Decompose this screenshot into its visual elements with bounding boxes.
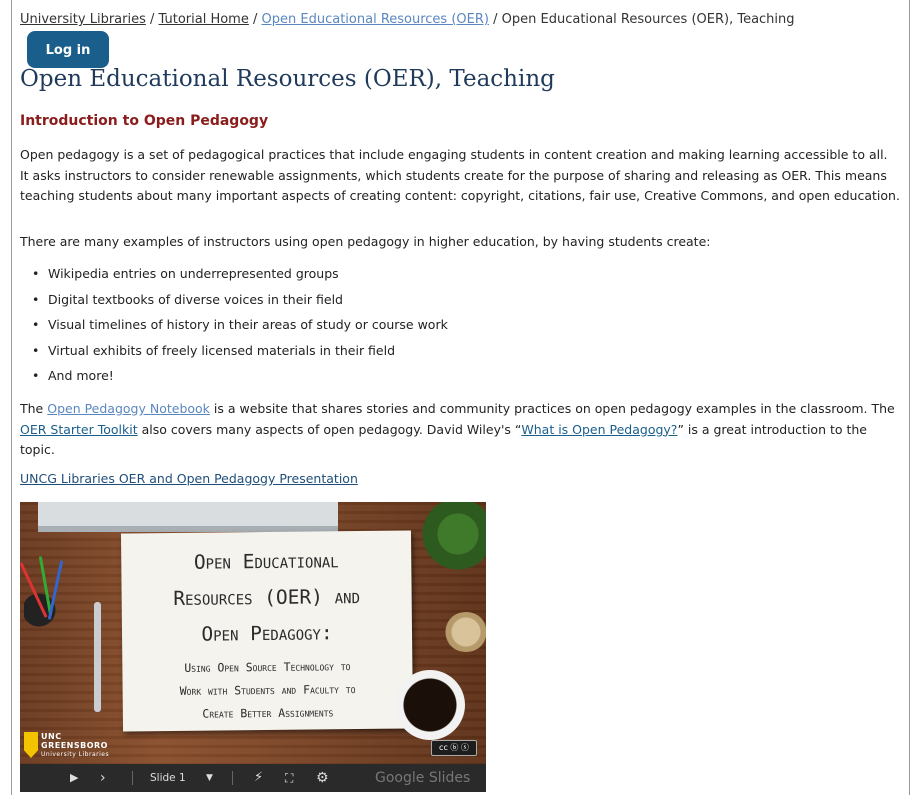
slide-title-line: Resources (OER) and bbox=[173, 585, 361, 610]
flash-icon[interactable]: ⚡ bbox=[254, 764, 263, 792]
breadcrumb-university-libraries[interactable]: University Libraries bbox=[20, 12, 146, 27]
fullscreen-icon[interactable]: ⛶ bbox=[285, 764, 293, 792]
google-slides-brand[interactable]: Google Slides bbox=[375, 764, 470, 792]
breadcrumb: University Libraries / Tutorial Home / O… bbox=[20, 12, 795, 27]
logo-text: UNC GREENSBORO University Libraries bbox=[41, 732, 109, 759]
flower-image bbox=[444, 612, 486, 652]
slide-embed[interactable]: Open Educational Resources (OER) and Ope… bbox=[20, 502, 486, 792]
coffee-cup-image bbox=[395, 670, 465, 740]
slide-title: Open Educational Resources (OER) and Ope… bbox=[121, 542, 412, 653]
section-heading: Introduction to Open Pedagogy bbox=[20, 113, 269, 129]
next-slide-icon[interactable]: › bbox=[100, 764, 106, 792]
divider bbox=[132, 771, 133, 785]
what-is-open-pedagogy-link[interactable]: What is Open Pedagogy? bbox=[521, 422, 677, 437]
slide-subtitle-line: Using Open Source Technology to bbox=[184, 659, 351, 675]
pencil-cup-image bbox=[20, 556, 74, 660]
list-item: Visual timelines of history in their are… bbox=[20, 315, 448, 341]
resources-paragraph: The Open Pedagogy Notebook is a website … bbox=[20, 399, 900, 461]
divider bbox=[232, 771, 233, 785]
intro-paragraph: Open pedagogy is a set of pedagogical pr… bbox=[20, 147, 900, 203]
breadcrumb-separator: / bbox=[253, 12, 258, 27]
list-item: And more! bbox=[20, 366, 448, 392]
breadcrumb-separator: / bbox=[150, 12, 155, 27]
list-item: Virtual exhibits of freely licensed mate… bbox=[20, 341, 448, 367]
presentation-link[interactable]: UNCG Libraries OER and Open Pedagogy Pre… bbox=[20, 471, 358, 486]
list-item: Wikipedia entries on underrepresented gr… bbox=[20, 264, 448, 290]
list-item: Digital textbooks of diverse voices in t… bbox=[20, 290, 448, 316]
examples-intro-paragraph: There are many examples of instructors u… bbox=[20, 234, 711, 249]
breadcrumb-separator: / bbox=[493, 12, 498, 27]
oer-starter-toolkit-link[interactable]: OER Starter Toolkit bbox=[20, 422, 138, 437]
breadcrumb-oer[interactable]: Open Educational Resources (OER) bbox=[262, 12, 489, 27]
creative-commons-badge: cc ⓑ ⓢ bbox=[431, 740, 477, 756]
breadcrumb-tutorial-home[interactable]: Tutorial Home bbox=[159, 12, 249, 27]
shield-icon bbox=[24, 732, 38, 758]
breadcrumb-current: Open Educational Resources (OER), Teachi… bbox=[501, 12, 795, 27]
plant-image bbox=[416, 502, 486, 582]
examples-list: Wikipedia entries on underrepresented gr… bbox=[20, 264, 448, 392]
text-fragment: is a website that shares stories and com… bbox=[209, 401, 895, 416]
open-pedagogy-notebook-link[interactable]: Open Pedagogy Notebook bbox=[47, 401, 210, 416]
text-fragment: The bbox=[20, 401, 48, 416]
logo-line: UNC bbox=[41, 732, 62, 741]
page-title: Open Educational Resources (OER), Teachi… bbox=[20, 66, 555, 92]
slide-subtitle: Using Open Source Technology to Work wit… bbox=[122, 654, 413, 726]
slide-title-line: Open Educational bbox=[193, 549, 339, 574]
gear-icon[interactable]: ⚙ bbox=[316, 764, 329, 792]
slide-subtitle-line: Work with Students and Faculty to bbox=[179, 682, 356, 698]
laptop-image bbox=[38, 502, 338, 532]
login-button[interactable]: Log in bbox=[27, 31, 109, 68]
slide-subtitle-line: Create Better Assignments bbox=[202, 705, 334, 721]
pen-image bbox=[94, 602, 101, 712]
pencil bbox=[47, 560, 64, 620]
play-icon[interactable]: ▶ bbox=[70, 764, 78, 792]
text-fragment: also covers many aspects of open pedagog… bbox=[137, 421, 522, 437]
logo-line: GREENSBORO bbox=[41, 741, 108, 750]
chevron-down-icon[interactable]: ▼ bbox=[206, 764, 213, 792]
slide-title-line: Open Pedagogy: bbox=[201, 621, 333, 646]
slide-title-card: Open Educational Resources (OER) and Ope… bbox=[120, 530, 414, 732]
slides-control-bar: ▶ › Slide 1 ▼ ⚡ ⛶ ⚙ Google Slides bbox=[20, 764, 486, 792]
uncg-logo: UNC GREENSBORO University Libraries bbox=[24, 730, 124, 764]
logo-line: University Libraries bbox=[41, 751, 110, 758]
slide-selector[interactable]: Slide 1 bbox=[150, 764, 186, 792]
